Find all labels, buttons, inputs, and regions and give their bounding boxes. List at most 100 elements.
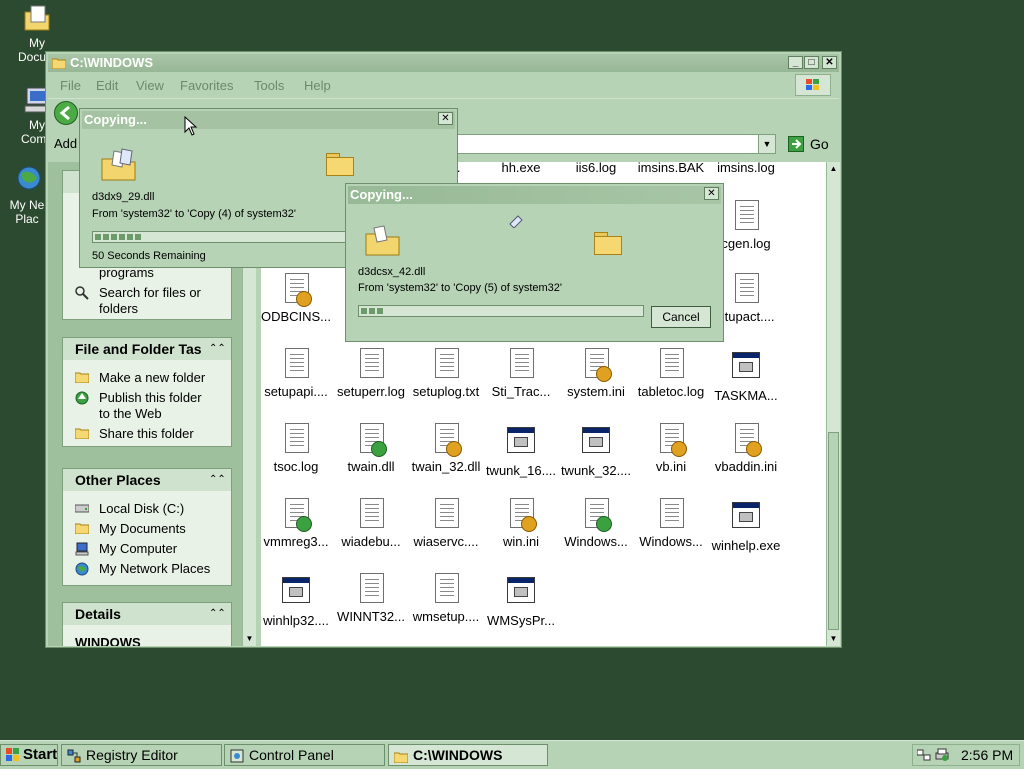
file-item[interactable]: Windows... (631, 498, 711, 549)
document-icon (657, 348, 685, 380)
taskbar: Start Registry Editor Control Panel C:\W… (0, 740, 1024, 769)
network-icon (75, 562, 89, 576)
file-item[interactable]: imsins.log (706, 148, 786, 175)
document-icon (282, 423, 310, 455)
taskbar-label: C:\WINDOWS (413, 747, 503, 763)
source-folder-icon (364, 222, 404, 261)
item-label: Local Disk (C:) (99, 501, 185, 516)
settings-file-icon (732, 423, 762, 457)
close-button[interactable]: ✕ (438, 112, 453, 125)
menu-favorites[interactable]: Favorites (180, 78, 233, 93)
address-label: Add (54, 136, 78, 151)
copy-filename: d3dcsx_42.dll (358, 266, 426, 278)
application-icon (582, 427, 610, 459)
go-button[interactable]: Go (786, 134, 834, 154)
file-item[interactable]: tabletoc.log (631, 348, 711, 399)
file-item[interactable]: WMSysPr... (481, 573, 561, 628)
file-item[interactable]: vb.ini (631, 423, 711, 474)
progress-fill (95, 234, 141, 240)
file-label: setupapi.... (264, 384, 328, 399)
collapse-icon[interactable]: ⌃⌃ (209, 472, 226, 488)
network-tray-icon[interactable] (916, 748, 931, 765)
taskbar-label: Control Panel (249, 747, 334, 763)
back-icon[interactable] (54, 101, 78, 125)
details-header[interactable]: Details (63, 603, 231, 625)
item-label: Share this folder (99, 426, 194, 441)
file-item[interactable]: imsins.BAK (631, 148, 711, 175)
explorer-titlebar[interactable]: C:\WINDOWS _ □ ✕ (48, 54, 839, 72)
printer-tray-icon[interactable] (935, 748, 949, 765)
file-item[interactable]: winhelp.exe (706, 498, 786, 553)
progress-fill (361, 308, 384, 314)
file-item[interactable]: Sti_Trac... (481, 348, 561, 399)
go-arrow-icon (788, 136, 804, 152)
collapse-icon[interactable]: ⌃⌃ (209, 341, 226, 357)
window-title: C:\WINDOWS (70, 55, 154, 70)
drive-icon (74, 502, 90, 516)
file-label: twunk_16.... (485, 463, 557, 478)
file-item[interactable]: ODBCINS... (256, 273, 336, 324)
dialog-title[interactable]: Copying... (82, 111, 455, 129)
scroll-down-icon[interactable]: ▼ (243, 632, 256, 646)
item-label: Publish this folder (99, 390, 202, 405)
file-label: Windows... (564, 534, 628, 549)
file-label: iis6.log (575, 160, 617, 175)
file-item[interactable]: setuplog.txt (406, 348, 486, 399)
file-folder-tasks-panel: File and Folder Tas ⌃⌃ Make a new folder… (62, 337, 232, 447)
file-item[interactable]: twunk_32.... (556, 423, 636, 478)
minimize-button[interactable]: _ (788, 56, 803, 69)
file-item[interactable]: iis6.log (556, 148, 636, 175)
file-label: vmmreg3... (263, 534, 329, 549)
settings-file-icon (432, 423, 462, 457)
other-places-header[interactable]: Other Places (63, 469, 231, 491)
file-item[interactable]: hh.exe (481, 148, 561, 175)
document-icon (282, 348, 310, 380)
collapse-icon[interactable]: ⌃⌃ (209, 606, 226, 622)
file-item[interactable]: setuperr.log (331, 348, 411, 399)
start-button[interactable]: Start (0, 744, 58, 766)
file-item[interactable]: TASKMA... (706, 348, 786, 403)
menu-view[interactable]: View (136, 78, 164, 93)
dialog-title[interactable]: Copying... (348, 186, 721, 204)
scroll-thumb[interactable] (828, 432, 839, 630)
file-item[interactable]: WINNT32... (331, 573, 411, 624)
close-button[interactable]: ✕ (704, 187, 719, 200)
file-item[interactable]: twain_32.dll (406, 423, 486, 474)
file-label: Windows... (639, 534, 703, 549)
application-icon (282, 577, 310, 609)
file-item[interactable]: winhlp32.... (256, 573, 336, 628)
file-scrollbar[interactable]: ▲ ▼ (826, 162, 840, 646)
scroll-down-icon[interactable]: ▼ (827, 632, 840, 646)
file-item[interactable]: tsoc.log (256, 423, 336, 474)
file-label: winhelp.exe (711, 538, 781, 553)
settings-file-icon (282, 498, 312, 532)
file-item[interactable]: system.ini (556, 348, 636, 399)
file-label: hh.exe (501, 160, 541, 175)
menu-edit[interactable]: Edit (96, 78, 118, 93)
maximize-button[interactable]: □ (804, 56, 819, 69)
file-item[interactable]: wiadebu... (331, 498, 411, 549)
file-label: setuplog.txt (412, 384, 480, 399)
menu-tools[interactable]: Tools (254, 78, 284, 93)
file-folder-tasks-header[interactable]: File and Folder Tas (63, 338, 231, 360)
taskbar-button-windows-folder[interactable]: C:\WINDOWS (388, 744, 548, 766)
close-button[interactable]: ✕ (822, 56, 837, 69)
cancel-button[interactable]: Cancel (651, 306, 711, 328)
file-item[interactable]: Windows... (556, 498, 636, 549)
menu-help[interactable]: Help (304, 78, 331, 93)
menu-file[interactable]: File (60, 78, 81, 93)
scroll-up-icon[interactable]: ▲ (827, 162, 840, 176)
file-item[interactable]: twain.dll (331, 423, 411, 474)
file-item[interactable]: vmmreg3... (256, 498, 336, 549)
file-item[interactable]: twunk_16.... (481, 423, 561, 478)
taskbar-button-control-panel[interactable]: Control Panel (224, 744, 385, 766)
file-item[interactable]: vbaddin.ini (706, 423, 786, 474)
taskbar-button-registry-editor[interactable]: Registry Editor (61, 744, 222, 766)
file-label: imsins.BAK (637, 160, 705, 175)
documents-icon (74, 522, 90, 536)
file-item[interactable]: wmsetup.... (406, 573, 486, 624)
file-item[interactable]: win.ini (481, 498, 561, 549)
file-item[interactable]: setupapi.... (256, 348, 336, 399)
settings-file-icon (357, 423, 387, 457)
file-item[interactable]: wiaservc.... (406, 498, 486, 549)
